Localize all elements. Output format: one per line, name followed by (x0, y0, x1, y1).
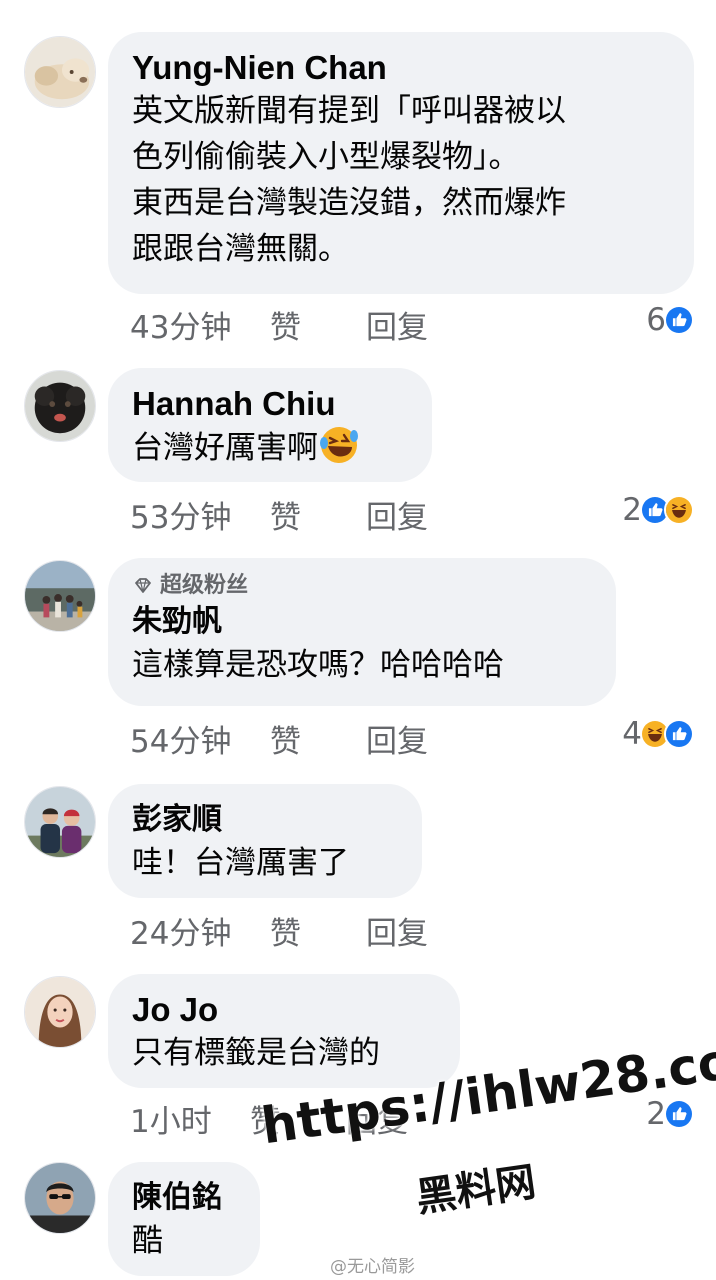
comment-meta: 53分钟 赞 回复 (130, 492, 428, 536)
diamond-icon (135, 578, 151, 593)
comment-author[interactable]: 朱勁帆 (132, 602, 592, 642)
top-fan-badge: 超级粉丝 (132, 572, 592, 600)
avatar[interactable] (24, 786, 96, 858)
avatar-family-image (25, 561, 95, 631)
like-reaction-icon (664, 305, 694, 335)
comment-meta: 24分钟 赞 回复 (130, 908, 428, 952)
like-reaction-icon (664, 719, 694, 749)
reply-button[interactable]: 回复 (366, 908, 428, 953)
like-button[interactable]: 赞 (270, 716, 328, 761)
like-reaction-icon (664, 1099, 694, 1129)
reaction-summary[interactable]: 2 (622, 488, 694, 532)
comment-text: 台灣好厲害啊 (132, 424, 408, 471)
like-button[interactable]: 赞 (270, 908, 328, 953)
like-button[interactable]: 赞 (270, 492, 328, 537)
comment-bubble: 超级粉丝 朱勁帆 這樣算是恐攻嗎？哈哈哈哈 (108, 558, 616, 706)
avatar[interactable] (24, 1162, 96, 1234)
comment-bubble: Yung-Nien Chan 英文版新聞有提到「呼叫器被以 色列偷偷裝入小型爆裂… (108, 32, 694, 294)
comment-author[interactable]: Hannah Chiu (132, 384, 408, 424)
comment-bubble: 陳伯銘 酷 (108, 1162, 260, 1276)
avatar-puppy-image (25, 37, 95, 107)
avatar-couple-image (25, 787, 95, 857)
comment-text-line: 台灣好厲害啊 (132, 430, 318, 466)
like-button[interactable]: 赞 (270, 302, 328, 347)
source-watermark: @无心简影 (330, 1257, 415, 1277)
comment-author[interactable]: 陳伯銘 (132, 1178, 236, 1218)
comment-bubble: Hannah Chiu 台灣好厲害啊 (108, 368, 432, 482)
comment-bubble: 彭家順 哇！台灣厲害了 (108, 784, 422, 898)
badge-label: 超级粉丝 (160, 573, 249, 598)
comment-text-line: 色列偷偷裝入小型爆裂物」。 (132, 139, 520, 175)
comment-text-line: 英文版新聞有提到「呼叫器被以 (132, 93, 566, 129)
comment-text-line: 跟跟台灣無關。 (132, 231, 349, 267)
laughing-crying-emoji-icon (318, 424, 360, 466)
comment-text-line: 這樣算是恐攻嗎？哈哈哈哈 (132, 647, 504, 683)
comment-author[interactable]: 彭家順 (132, 800, 398, 840)
comment-author[interactable]: Yung-Nien Chan (132, 48, 670, 88)
comment-time[interactable]: 53分钟 (130, 492, 270, 537)
watermark-site-name: 黑料网 (413, 1159, 539, 1222)
comment-author[interactable]: Jo Jo (132, 990, 436, 1030)
comment-text-line: 酷 (132, 1223, 163, 1259)
avatar-woman-image (25, 977, 95, 1047)
avatar-dog-image (25, 371, 95, 441)
avatar[interactable] (24, 560, 96, 632)
comment-meta: 54分钟 赞 回复 (130, 716, 428, 760)
avatar-man-image (25, 1163, 95, 1233)
reply-button[interactable]: 回复 (366, 492, 428, 537)
avatar[interactable] (24, 36, 96, 108)
haha-reaction-icon (664, 495, 694, 525)
comment-bubble: Jo Jo 只有標籤是台灣的 (108, 974, 460, 1088)
comment-text-line: 哇！台灣厲害了 (132, 845, 349, 881)
reply-button[interactable]: 回复 (366, 302, 428, 347)
reaction-summary[interactable]: 6 (646, 298, 694, 342)
comment-text-line: 只有標籤是台灣的 (132, 1035, 380, 1071)
comment-text-line: 東西是台灣製造沒錯，然而爆炸 (132, 185, 566, 221)
comment-meta: 43分钟 赞 回复 (130, 302, 428, 346)
comment-time[interactable]: 24分钟 (130, 908, 270, 953)
avatar[interactable] (24, 976, 96, 1048)
reply-button[interactable]: 回复 (366, 716, 428, 761)
reaction-summary[interactable]: 4 (622, 712, 694, 756)
comment-time[interactable]: 54分钟 (130, 716, 270, 761)
comment-time[interactable]: 1小时 (130, 1096, 250, 1141)
avatar[interactable] (24, 370, 96, 442)
comment-time[interactable]: 43分钟 (130, 302, 270, 347)
